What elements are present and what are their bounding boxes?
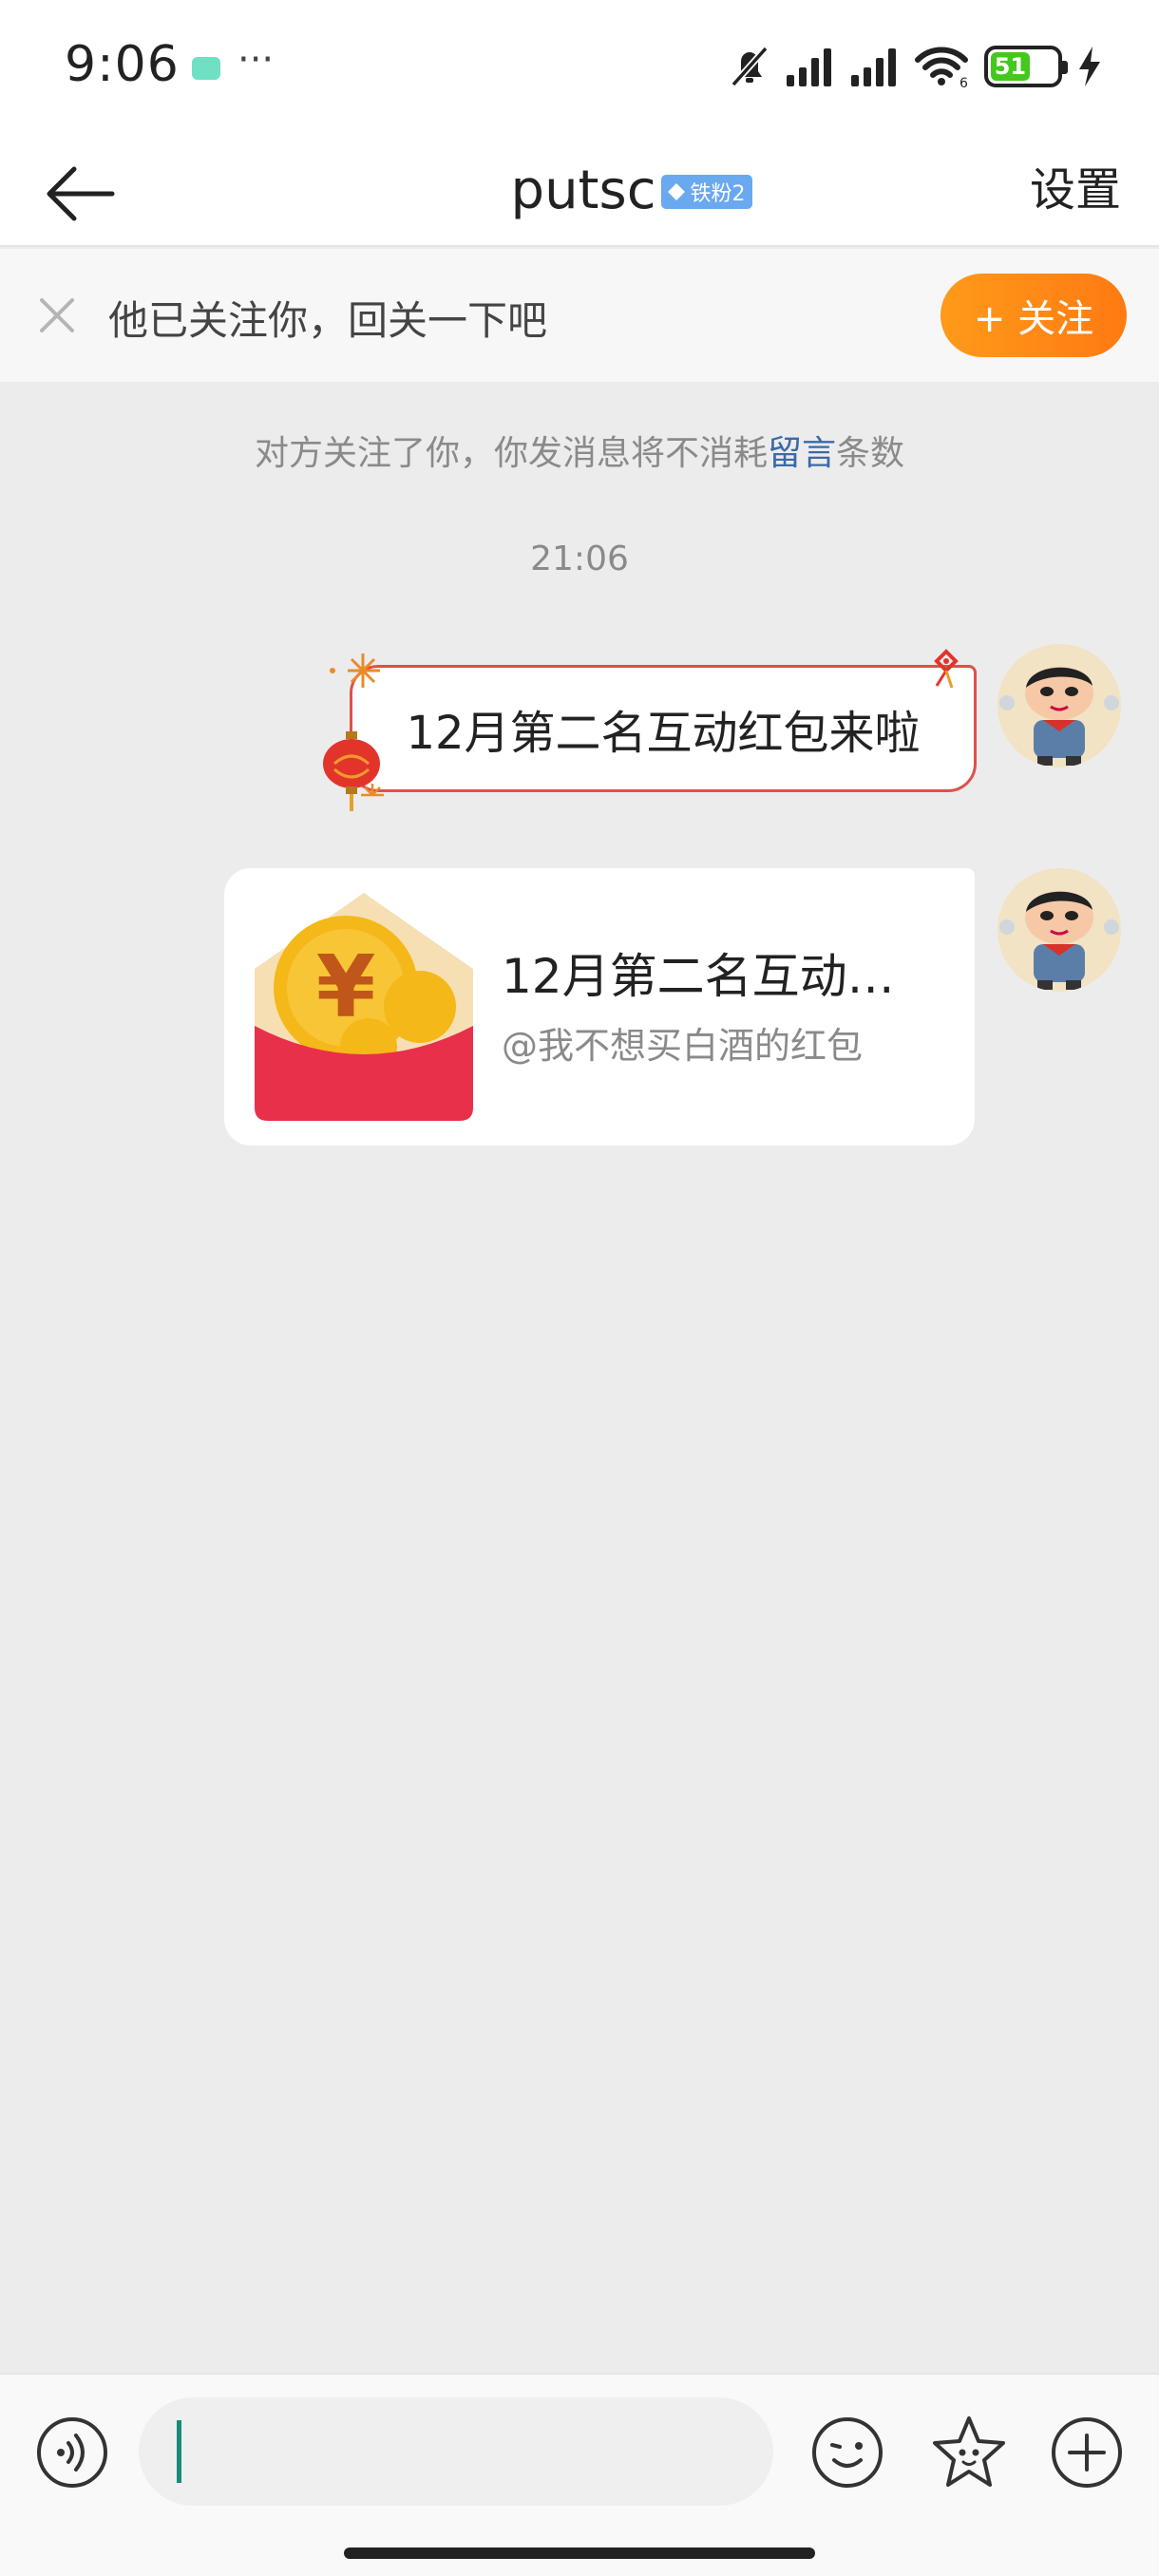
message-quota-link[interactable]: 留言 [768, 434, 836, 473]
sender-avatar[interactable] [998, 644, 1121, 767]
close-banner-button[interactable] [30, 289, 84, 342]
message-input-bar [0, 2373, 1159, 2576]
follow-back-banner: 他已关注你，回关一下吧 + 关注 [0, 249, 1159, 382]
status-bar: 9:06 ··· 6 51 [0, 0, 1159, 133]
voice-input-button[interactable] [34, 2415, 110, 2491]
battery-level: 51 [991, 52, 1030, 81]
emoji-face-icon [812, 2417, 883, 2488]
chinese-knot-icon [934, 649, 959, 689]
signal-icon-2 [851, 48, 896, 86]
sticker-button[interactable] [929, 2413, 1009, 2492]
chat-header: putsc 铁粉2 设置 [0, 133, 1159, 247]
page-title: putsc [510, 159, 656, 221]
close-icon [40, 298, 74, 332]
home-indicator[interactable] [344, 2548, 815, 2559]
notice-text-after: 条数 [836, 434, 905, 473]
title-area: putsc 铁粉2 [0, 133, 1159, 247]
battery-indicator: 51 [984, 46, 1068, 87]
sender-avatar-2[interactable] [998, 868, 1121, 992]
wifi-icon: 6 [915, 47, 968, 88]
message-input[interactable] [139, 2397, 773, 2506]
notification-app-icon [192, 57, 220, 80]
message-timestamp: 21:06 [530, 540, 629, 578]
status-icons: 6 51 [728, 40, 1104, 93]
signal-icon-1 [787, 48, 831, 86]
firework-left-icon [330, 653, 380, 688]
system-notice: 对方关注了你，你发消息将不消耗留言条数 [0, 426, 1159, 475]
settings-button[interactable]: 设置 [1030, 152, 1121, 228]
voice-icon [37, 2417, 107, 2488]
red-packet-icon: ¥ [255, 893, 473, 1121]
notice-text-before: 对方关注了你，你发消息将不消耗 [254, 434, 768, 473]
wifi-6-label: 6 [960, 76, 968, 88]
cartoon-boy-avatar-icon [998, 644, 1121, 767]
star-face-icon [933, 2416, 1005, 2487]
plus-circle-icon [1052, 2417, 1122, 2488]
cartoon-boy-avatar-icon [998, 868, 1121, 992]
fan-badge-label: 铁粉2 [690, 182, 746, 206]
festive-message-text: 12月第二名互动红包来啦 [406, 707, 921, 760]
diamond-icon [668, 183, 686, 200]
red-packet-title: 12月第二名互动红包来啦 [502, 949, 920, 1004]
fan-level-badge: 铁粉2 [661, 175, 753, 209]
red-packet-subtitle: @我不想买白酒的红包 [502, 1025, 864, 1067]
text-cursor [177, 2420, 181, 2483]
festive-message-bubble[interactable]: 12月第二名互动红包来啦 [350, 665, 977, 792]
emoji-button[interactable] [809, 2415, 885, 2491]
red-packet-card[interactable]: ¥ 12月第二名互动红包来啦 @我不想买白酒的红包 [224, 868, 975, 1146]
status-time: 9:06 [65, 36, 180, 93]
firework-small-icon [361, 784, 384, 797]
charging-bolt-icon [1079, 47, 1100, 86]
mute-bell-icon [731, 46, 769, 87]
more-notifications-icon: ··· [238, 38, 275, 82]
more-actions-button[interactable] [1049, 2415, 1125, 2491]
follow-button[interactable]: + 关注 [940, 274, 1127, 357]
follow-back-text: 他已关注你，回关一下吧 [108, 297, 548, 344]
